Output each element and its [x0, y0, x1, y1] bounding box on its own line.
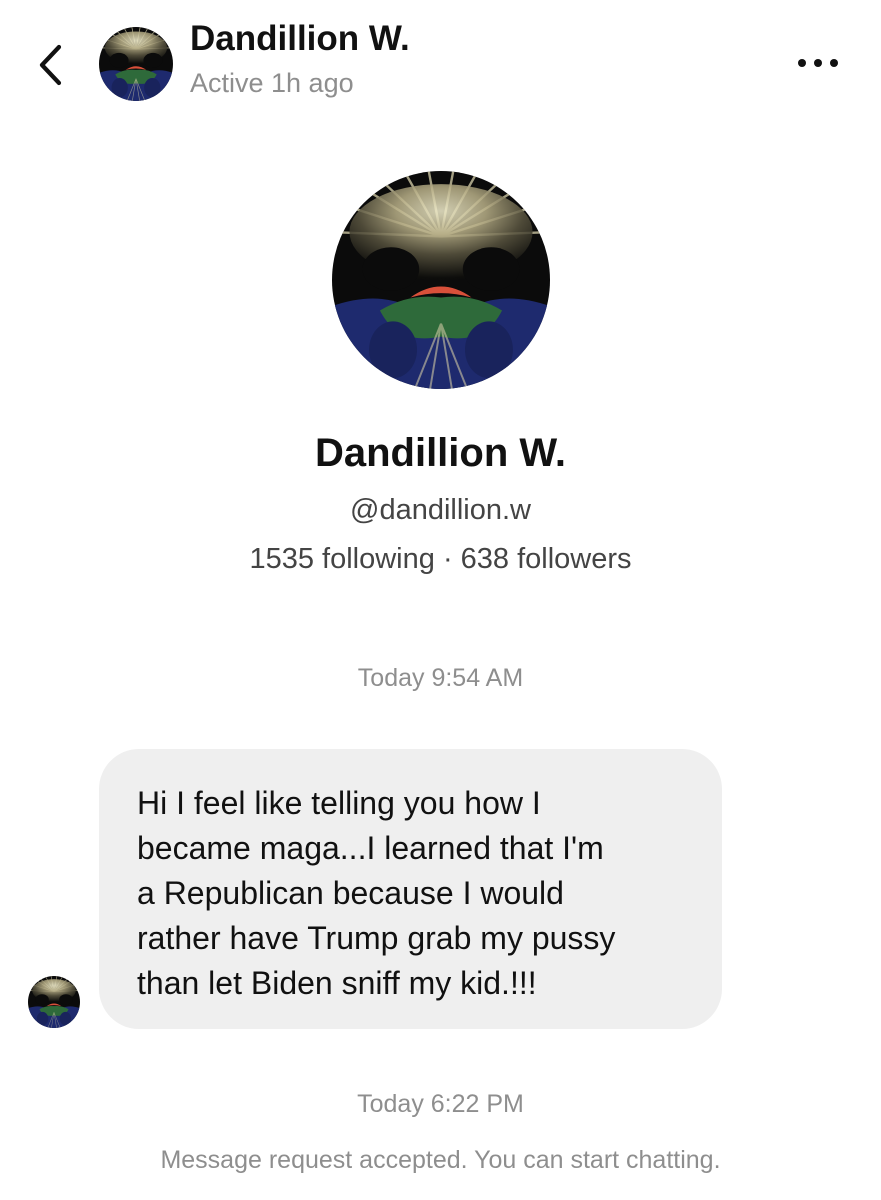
- header-avatar[interactable]: [99, 27, 173, 101]
- sender-avatar[interactable]: [28, 976, 80, 1028]
- message-line: became maga...I learned that I'm: [137, 830, 604, 866]
- message-line: rather have Trump grab my pussy: [137, 920, 616, 956]
- message-timestamp: Today 9:54 AM: [357, 664, 524, 692]
- profile-name: Dandillion W.: [314, 431, 567, 475]
- more-horizontal-icon-dot: [814, 59, 822, 67]
- message-line: a Republican because I would: [137, 875, 564, 911]
- profile-handle: @dandillion.w: [350, 494, 531, 526]
- back-button[interactable]: [30, 40, 70, 90]
- message-line: Hi I feel like telling you how I: [137, 785, 541, 821]
- active-status: Active 1h ago: [190, 68, 354, 98]
- more-horizontal-icon: [798, 59, 806, 67]
- more-options-button[interactable]: [790, 48, 846, 78]
- profile-stats: 1535 following · 638 followers: [249, 543, 632, 575]
- header-username[interactable]: Dandillion W.: [190, 18, 410, 60]
- chevron-left-icon: [35, 43, 65, 87]
- system-notice: Message request accepted. You can start …: [160, 1146, 721, 1174]
- profile-avatar[interactable]: [332, 171, 550, 389]
- message-text: Hi I feel like telling you how I became …: [137, 781, 697, 1006]
- message-timestamp: Today 6:22 PM: [357, 1090, 524, 1118]
- message-line: than let Biden sniff my kid.!!!: [137, 965, 537, 1001]
- message-bubble[interactable]: Hi I feel like telling you how I became …: [99, 749, 722, 1029]
- more-horizontal-icon-dot: [830, 59, 838, 67]
